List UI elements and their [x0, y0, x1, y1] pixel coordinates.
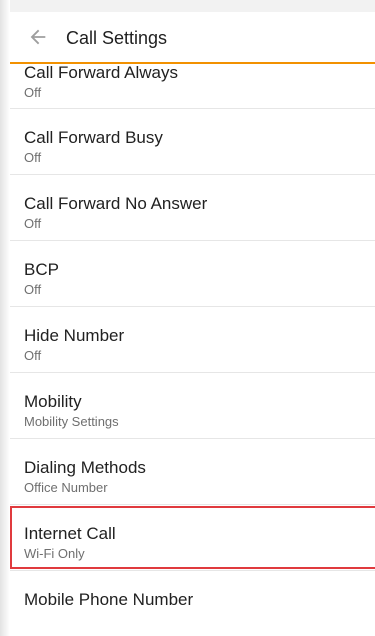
setting-mobile-phone-number[interactable]: Mobile Phone Number: [0, 571, 375, 636]
setting-label: Call Forward No Answer: [24, 194, 208, 213]
setting-hide-number[interactable]: Hide Number Off: [0, 307, 375, 373]
setting-value: Off: [24, 150, 42, 165]
setting-value: Off: [24, 282, 42, 297]
setting-value: Off: [24, 348, 42, 363]
setting-value: Wi-Fi Only: [24, 546, 85, 561]
page-title: Call Settings: [66, 28, 168, 48]
settings-list: Call Forward Always Off Call Forward Bus…: [0, 44, 375, 636]
arrow-back-icon[interactable]: [27, 26, 49, 48]
setting-value: Office Number: [24, 480, 108, 495]
setting-value: Off: [24, 85, 42, 100]
setting-label: Internet Call: [24, 524, 116, 543]
setting-label: Dialing Methods: [24, 458, 146, 477]
setting-label: Mobile Phone Number: [24, 590, 194, 609]
status-bar-area: [0, 0, 375, 12]
setting-label: Call Forward Always: [24, 63, 178, 82]
setting-mobility[interactable]: Mobility Mobility Settings: [0, 373, 375, 439]
setting-call-forward-busy[interactable]: Call Forward Busy Off: [0, 109, 375, 175]
screen-left-edge: [0, 0, 10, 636]
setting-call-forward-no-answer[interactable]: Call Forward No Answer Off: [0, 175, 375, 241]
setting-label: Mobility: [24, 392, 82, 411]
setting-label: BCP: [24, 260, 59, 279]
app-bar: Call Settings: [0, 12, 375, 64]
setting-value: Mobility Settings: [24, 414, 119, 429]
setting-dialing-methods[interactable]: Dialing Methods Office Number: [0, 439, 375, 505]
setting-label: Call Forward Busy: [24, 128, 163, 147]
setting-value: Off: [24, 216, 42, 231]
setting-bcp[interactable]: BCP Off: [0, 241, 375, 307]
setting-label: Hide Number: [24, 326, 125, 345]
setting-internet-call[interactable]: Internet Call Wi-Fi Only: [0, 505, 375, 571]
